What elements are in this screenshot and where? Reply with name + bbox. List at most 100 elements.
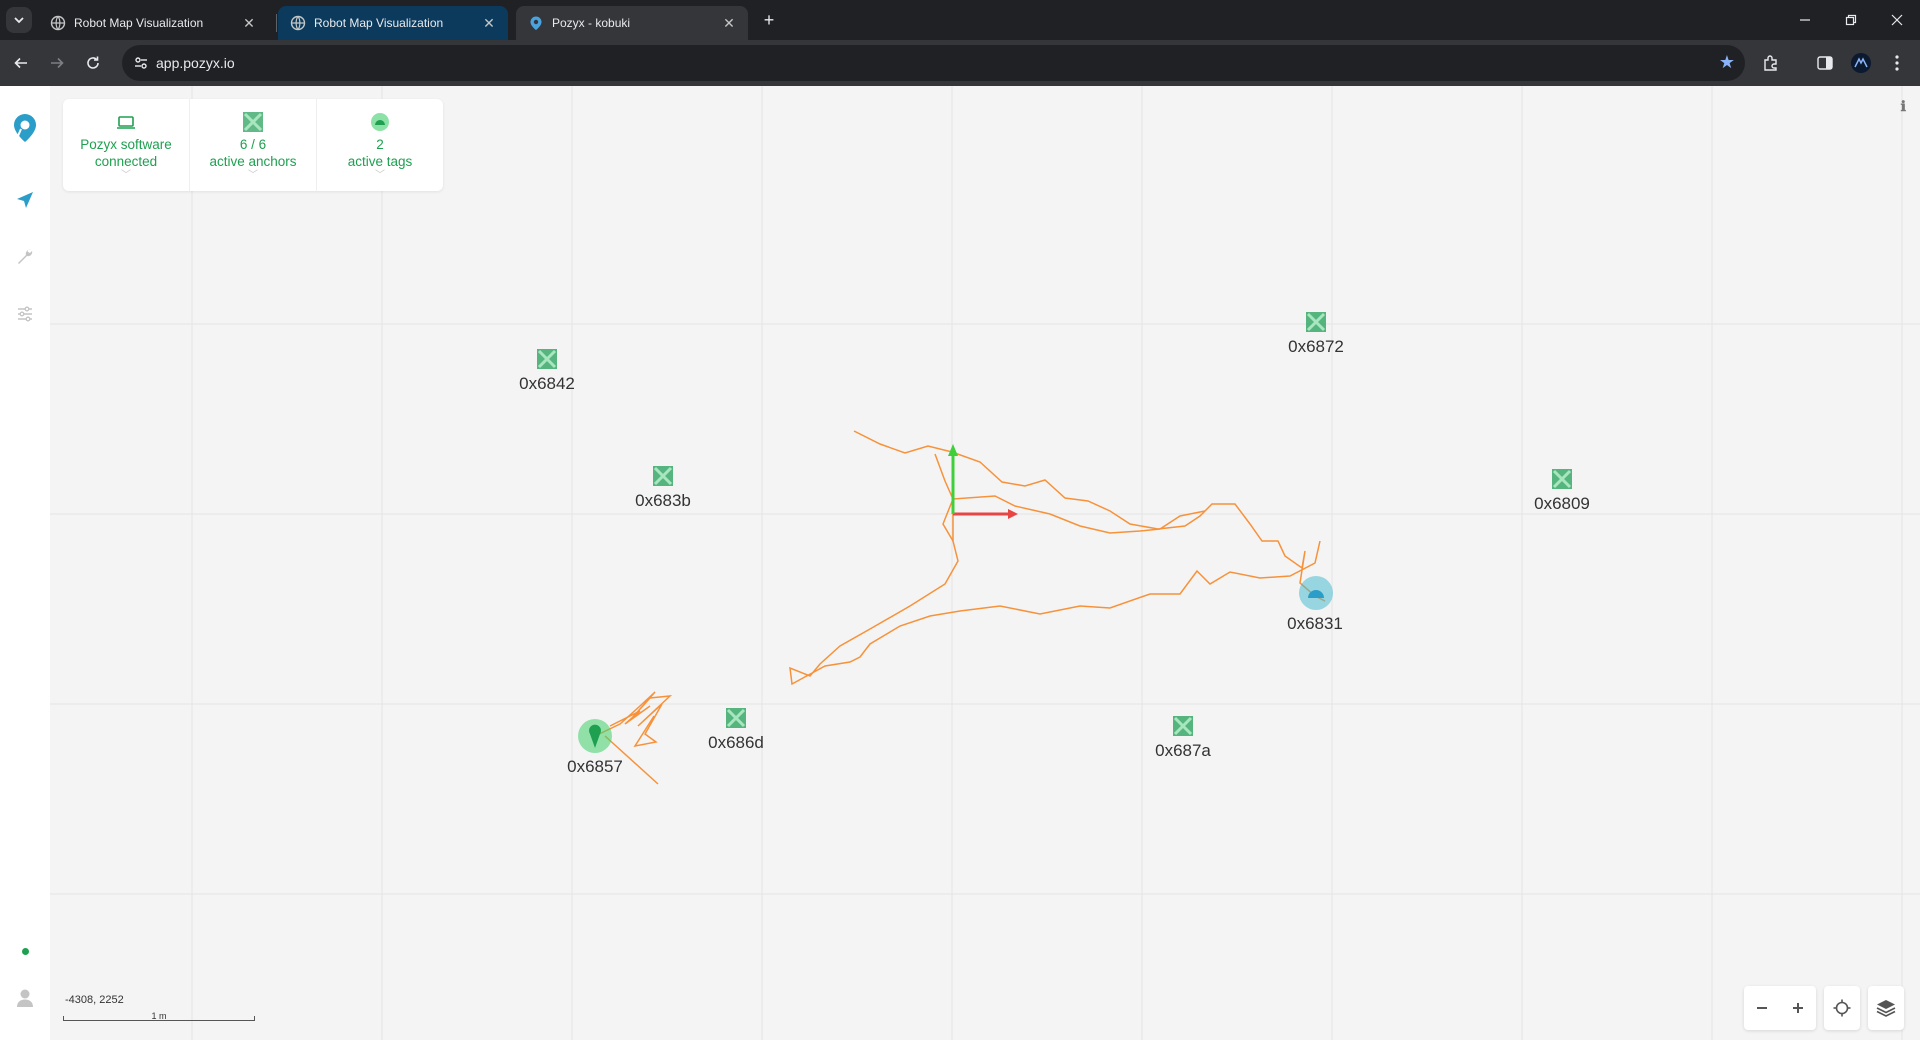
anchor-marker-0x6872[interactable] [1305, 311, 1327, 333]
back-button[interactable] [6, 48, 36, 78]
sidebar-item-settings[interactable] [11, 300, 39, 328]
crosshair-icon [1833, 999, 1851, 1017]
tags-status[interactable]: 2 active tags ﹀ [317, 99, 443, 191]
layers-icon [1876, 1000, 1896, 1017]
anchor-marker-0x6809[interactable] [1551, 468, 1573, 490]
close-tab-icon[interactable]: ✕ [480, 14, 498, 32]
close-window-button[interactable] [1874, 0, 1920, 40]
puzzle-icon [1764, 55, 1777, 71]
browser-tab-3-active[interactable]: Pozyx - kobuki ✕ [516, 6, 748, 40]
tab-title: Pozyx - kobuki [552, 16, 631, 30]
site-settings-icon [135, 57, 147, 69]
layers-button[interactable] [1868, 986, 1904, 1030]
reload-icon [87, 56, 99, 69]
browser-tab-strip: Robot Map Visualization ✕ Robot Map Visu… [0, 0, 1920, 40]
browser-menu-button[interactable] [1885, 51, 1909, 75]
anchor-label: 0x6842 [519, 374, 575, 393]
globe-icon [50, 15, 66, 31]
restore-icon [1845, 14, 1857, 26]
map-canvas[interactable] [50, 86, 1920, 1040]
connection-status-dot [22, 948, 29, 955]
positioning-map[interactable]: Pozyx software connected ﹀ 6 / 6 active … [50, 86, 1920, 1040]
plus-icon [1793, 1003, 1803, 1013]
software-status-line2: connected [94, 154, 158, 169]
restore-button[interactable] [1828, 0, 1874, 40]
chevron-down-icon: ﹀ [248, 170, 258, 181]
anchor-label: 0x6872 [1288, 337, 1344, 356]
minimize-button[interactable] [1782, 0, 1828, 40]
close-tab-icon[interactable]: ✕ [240, 14, 258, 32]
bookmark-star-icon[interactable]: ★ [1719, 52, 1735, 73]
tag-trail-0x6831 [789, 430, 1326, 686]
anchors-label: active anchors [209, 154, 297, 169]
minus-icon [1757, 1007, 1767, 1009]
tag-label: 0x6831 [1287, 614, 1343, 633]
pozyx-logo[interactable] [11, 114, 39, 142]
tags-label: active tags [347, 154, 413, 169]
extensions-button[interactable] [1759, 51, 1783, 75]
anchor-marker-0x683b[interactable] [652, 465, 674, 487]
zoom-controls [1744, 986, 1816, 1030]
tab-divider [276, 14, 277, 32]
tags-count: 2 [376, 137, 384, 152]
address-bar[interactable]: app.pozyx.io ★ [122, 45, 1745, 81]
browser-tab-1[interactable]: Robot Map Visualization ✕ [38, 6, 268, 40]
recenter-control [1824, 986, 1860, 1030]
browser-tab-2[interactable]: Robot Map Visualization ✕ [278, 6, 508, 40]
close-icon [1891, 14, 1903, 26]
laptop-icon [117, 116, 135, 129]
sliders-icon [18, 306, 32, 322]
chevron-down-icon: ﹀ [375, 170, 385, 181]
side-panel-button[interactable] [1813, 51, 1837, 75]
anchor-marker-0x687a[interactable] [1172, 715, 1194, 737]
arrow-left-icon [14, 57, 27, 69]
reload-button[interactable] [78, 48, 108, 78]
origin-axes [948, 444, 1018, 519]
url-text: app.pozyx.io [156, 55, 235, 71]
anchor-label: 0x683b [635, 491, 691, 510]
anchor-marker-0x686d[interactable] [725, 707, 747, 729]
anchors-count: 6 / 6 [239, 137, 267, 152]
layers-control [1868, 986, 1904, 1030]
anchor-marker-0x6842[interactable] [536, 348, 558, 370]
cursor-coordinates: -4308, 2252 [65, 994, 124, 1006]
pozyx-logo-icon [530, 16, 542, 30]
software-status-line1: Pozyx software [80, 137, 172, 152]
sidebar-item-positioning[interactable] [11, 186, 39, 214]
anchor-label: 0x6809 [1534, 494, 1590, 513]
software-status[interactable]: Pozyx software connected ﹀ [63, 99, 190, 191]
close-tab-icon[interactable]: ✕ [720, 14, 738, 32]
chevron-down-icon: ﹀ [121, 170, 131, 181]
tag-marker-0x6831[interactable] [1299, 576, 1333, 610]
info-icon[interactable]: ℹ [1901, 98, 1906, 115]
system-status-card: Pozyx software connected ﹀ 6 / 6 active … [63, 99, 443, 191]
zoom-in-button[interactable] [1780, 986, 1816, 1030]
user-icon [17, 989, 33, 1007]
globe-icon [290, 15, 306, 31]
sidebar-item-tools[interactable] [11, 242, 39, 270]
page-content: Pozyx software connected ﹀ 6 / 6 active … [0, 86, 1920, 1040]
side-panel-icon [1817, 56, 1833, 70]
scale-bar: 1 m [63, 1011, 255, 1021]
anchor-label: 0x686d [708, 733, 764, 752]
profile-button[interactable] [1849, 51, 1873, 75]
scale-bar-line [63, 1016, 255, 1021]
anchor-label: 0x687a [1155, 741, 1211, 760]
avatar-icon [1851, 53, 1871, 73]
new-tab-button[interactable]: + [758, 9, 780, 31]
tag-label: 0x6857 [567, 757, 623, 776]
zoom-out-button[interactable] [1744, 986, 1780, 1030]
wrench-icon [18, 249, 33, 264]
tag-marker-0x6857[interactable] [578, 719, 612, 753]
recenter-button[interactable] [1824, 986, 1860, 1030]
tab-search-button[interactable] [6, 7, 32, 33]
arrow-right-icon [51, 57, 64, 69]
forward-button[interactable] [42, 48, 72, 78]
anchors-status[interactable]: 6 / 6 active anchors ﹀ [190, 99, 317, 191]
kebab-menu-icon [1895, 55, 1899, 71]
tag-icon [371, 113, 389, 131]
sidebar-item-account[interactable] [11, 984, 39, 1012]
pozyx-logo-icon [14, 114, 36, 142]
chevron-down-icon [14, 17, 24, 24]
tab-title: Robot Map Visualization [314, 16, 444, 30]
